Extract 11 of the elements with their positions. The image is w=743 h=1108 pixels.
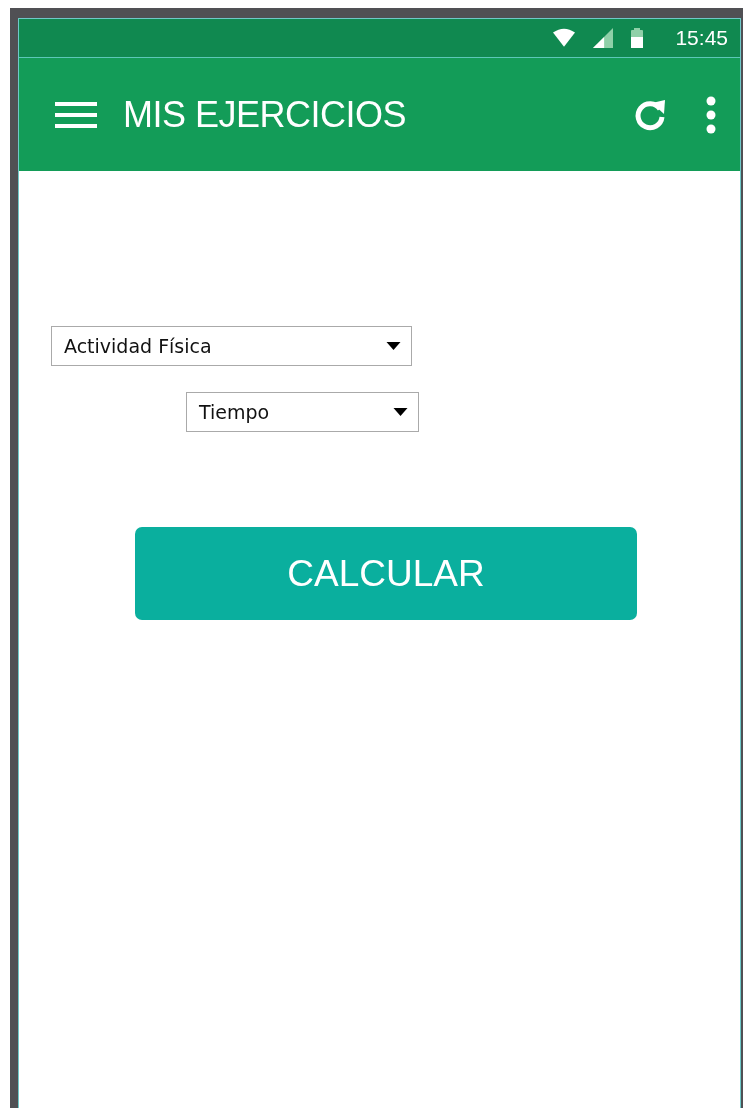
menu-icon[interactable] [55,101,97,128]
signal-icon [593,28,614,48]
app-title: MIS EJERCICIOS [123,93,407,136]
dropdown[interactable]: Actividad Física [51,326,412,366]
caret-icon [393,408,408,416]
more-icon[interactable] [706,95,716,134]
battery-icon [631,28,644,48]
wifi-icon [553,28,576,48]
caret-icon [386,342,401,350]
dropdown[interactable]: Tiempo [186,392,419,432]
status-time: 15:45 [675,26,728,50]
